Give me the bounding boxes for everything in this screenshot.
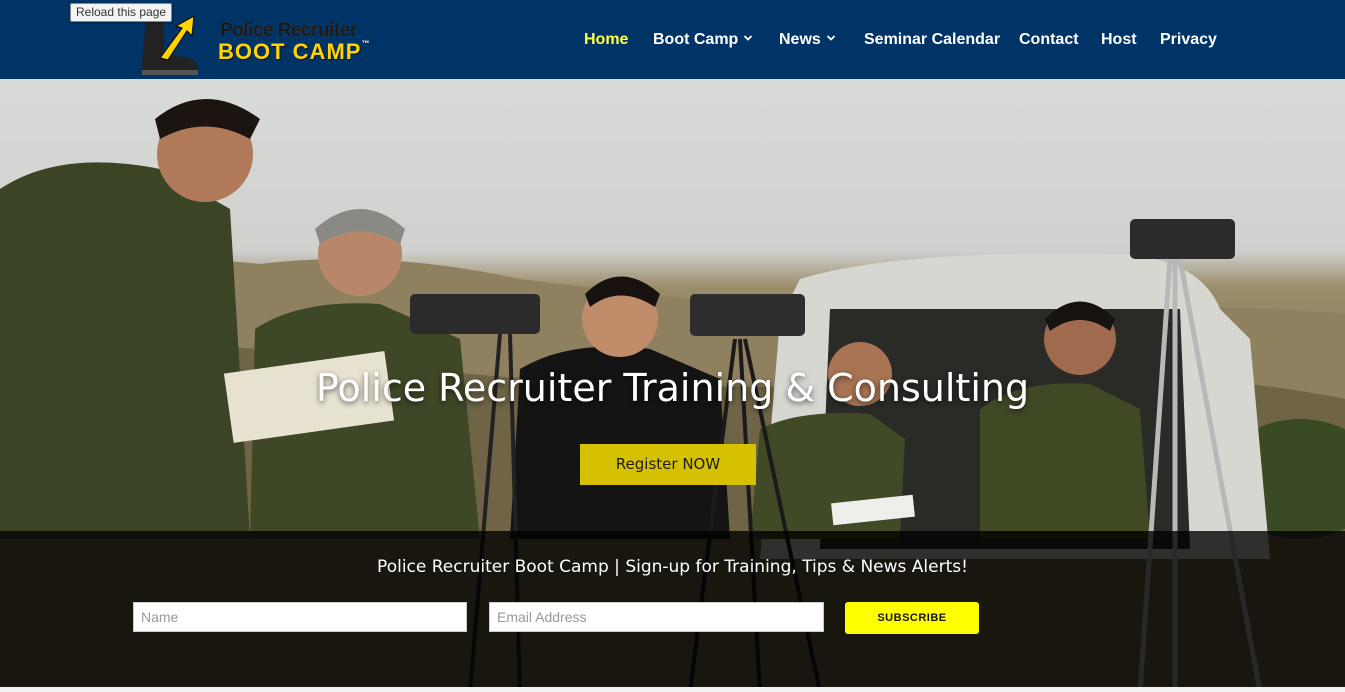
nav-boot-camp[interactable]: Boot Camp [653, 30, 753, 50]
subscribe-button[interactable]: SUBSCRIBE [845, 602, 979, 634]
nav-seminar-calendar[interactable]: Seminar Calendar [864, 30, 1000, 50]
site-logo[interactable]: Police Recruiter BOOT CAMP™ [140, 6, 385, 75]
hero-title: Police Recruiter Training & Consulting [315, 366, 1030, 410]
signup-bar: Police Recruiter Boot Camp | Sign-up for… [0, 531, 1345, 692]
chevron-down-icon [826, 35, 835, 41]
nav-home[interactable]: Home [584, 30, 628, 50]
nav-news[interactable]: News [779, 30, 836, 50]
chevron-down-icon [744, 35, 753, 41]
register-now-button[interactable]: Register NOW [580, 444, 756, 485]
name-field[interactable] [133, 602, 467, 632]
boot-arrow-icon [142, 14, 198, 75]
logo-line2: BOOT CAMP™ [218, 39, 371, 64]
nav-host[interactable]: Host [1101, 30, 1137, 50]
site-header: Police Recruiter BOOT CAMP™ Reload this … [0, 0, 1345, 79]
reload-tooltip: Reload this page [70, 3, 173, 22]
email-field[interactable] [489, 602, 824, 632]
signup-title: Police Recruiter Boot Camp | Sign-up for… [377, 557, 968, 577]
hero-section: Police Recruiter Training & Consulting R… [0, 79, 1345, 692]
nav-contact[interactable]: Contact [1019, 30, 1079, 50]
nav-privacy[interactable]: Privacy [1160, 30, 1217, 50]
page-bottom-edge [0, 687, 1345, 692]
